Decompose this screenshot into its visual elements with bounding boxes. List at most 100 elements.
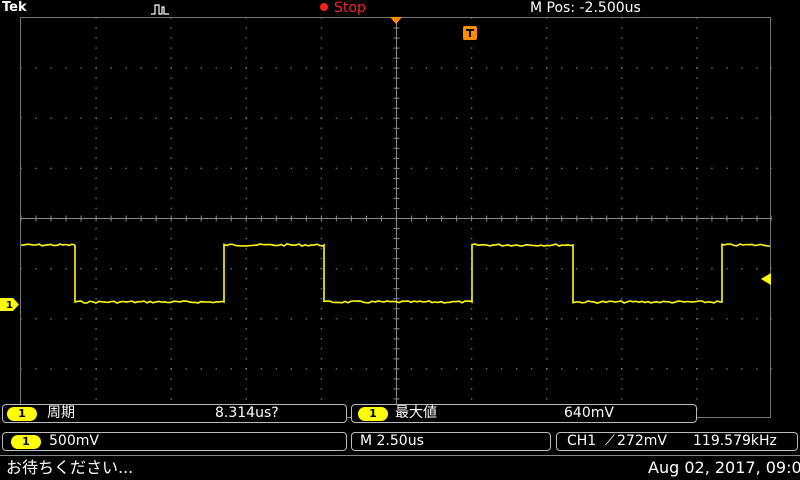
grid-dot	[546, 287, 548, 290]
measurement-period[interactable]: 1 周期 8.314us?	[2, 404, 347, 423]
grid-dot	[546, 257, 548, 260]
grid-dot	[500, 267, 503, 270]
grid-dot	[350, 67, 353, 69]
grid-dot	[245, 67, 247, 69]
grid-dot	[621, 107, 623, 109]
grid-dot	[546, 67, 548, 69]
grid-dot	[320, 47, 323, 49]
grid-dot	[530, 67, 533, 69]
grid-dot	[170, 137, 172, 139]
grid-dot	[305, 117, 308, 119]
grid-dot	[245, 298, 247, 300]
grid-dot	[245, 57, 247, 59]
grid-dot	[410, 267, 413, 270]
grid-dot	[170, 298, 172, 300]
grid-dot	[245, 277, 247, 280]
grid-dot	[591, 318, 593, 320]
grid-dot	[170, 338, 172, 340]
grid-dot	[666, 318, 668, 320]
grid-dot	[666, 368, 668, 370]
grid-dot	[95, 267, 97, 270]
grid-dot	[546, 247, 548, 250]
grid-dot	[470, 18, 473, 19]
grid-dot	[50, 67, 52, 69]
grid-dot	[576, 318, 578, 320]
grid-dot	[485, 117, 488, 119]
grid-dot	[245, 267, 247, 270]
grid-dot	[170, 287, 172, 290]
timebase-box[interactable]: M 2.50us	[351, 432, 551, 451]
grid-dot	[606, 368, 608, 370]
ch1-scale-box[interactable]: 1 500mV	[2, 432, 347, 451]
grid-dot	[741, 67, 743, 69]
grid-dot	[425, 167, 428, 170]
grid-dot	[185, 368, 187, 370]
grid-dot	[546, 358, 548, 360]
horizontal-position-readout: M Pos: -2.500us	[530, 0, 641, 16]
grid-dot	[320, 87, 323, 89]
measurement-max[interactable]: 1 最大値 640mV	[351, 404, 697, 423]
grid-dot	[546, 57, 548, 59]
grid-dot	[455, 117, 458, 119]
grid-dot	[681, 67, 683, 69]
grid-dot	[200, 368, 202, 370]
grid-dot	[95, 47, 97, 49]
grid-dot	[305, 318, 308, 320]
grid-dot	[485, 368, 488, 370]
grid-dot	[621, 187, 623, 190]
grid-dot	[320, 338, 323, 340]
grid-dot	[320, 287, 323, 290]
grid-dot	[576, 117, 578, 119]
grid-dot	[320, 298, 323, 300]
grid-dot	[95, 117, 97, 119]
grid-dot	[95, 147, 97, 150]
grid-dot	[606, 117, 608, 119]
grid-dot	[350, 167, 353, 170]
grid-dot	[365, 368, 368, 370]
grid-dot	[245, 227, 247, 230]
grid-dot	[95, 77, 97, 79]
trigger-box[interactable]: CH1 ⟋ 272mV 119.579kHz	[556, 432, 798, 451]
trigger-t-icon[interactable]	[463, 26, 477, 40]
trigger-position-icon[interactable]	[390, 17, 402, 25]
grid-dot	[245, 187, 247, 190]
grid-dot	[546, 388, 548, 390]
measurement-channel-badge: 1	[7, 407, 37, 421]
grid-dot	[170, 18, 172, 19]
waveform-graticule[interactable]	[20, 17, 772, 419]
grid-dot	[696, 147, 698, 150]
grid-dot	[110, 117, 112, 119]
grid-dot	[455, 318, 458, 320]
grid-dot	[470, 368, 473, 370]
grid-dot	[320, 137, 323, 139]
measurement-channel-badge: 1	[358, 407, 388, 421]
grid-dot	[696, 298, 698, 300]
grid-dot	[726, 67, 728, 69]
grid-dot	[546, 27, 548, 29]
grid-dot	[696, 27, 698, 29]
grid-dot	[245, 87, 247, 89]
grid-dot	[200, 117, 202, 119]
grid-dot	[245, 247, 247, 250]
ch1-ground-marker-icon[interactable]: 1	[0, 298, 20, 311]
grid-dot	[470, 348, 473, 350]
grid-dot	[636, 167, 638, 170]
grid-dot	[621, 117, 623, 119]
grid-dot	[245, 197, 247, 200]
grid-dot	[185, 318, 187, 320]
grid-dot	[320, 368, 323, 370]
trigger-level-arrow-icon[interactable]	[761, 273, 771, 285]
grid-dot	[696, 267, 698, 270]
grid-dot	[546, 267, 548, 270]
grid-dot	[546, 318, 548, 320]
grid-dot	[621, 237, 623, 240]
grid-dot	[696, 127, 698, 129]
grid-dot	[305, 368, 308, 370]
grid-dot	[320, 197, 323, 200]
grid-dot	[546, 167, 548, 170]
grid-dot	[546, 378, 548, 380]
grid-dot	[170, 117, 172, 119]
grid-dot	[260, 318, 263, 320]
grid-dot	[95, 67, 97, 69]
grid-dot	[320, 358, 323, 360]
